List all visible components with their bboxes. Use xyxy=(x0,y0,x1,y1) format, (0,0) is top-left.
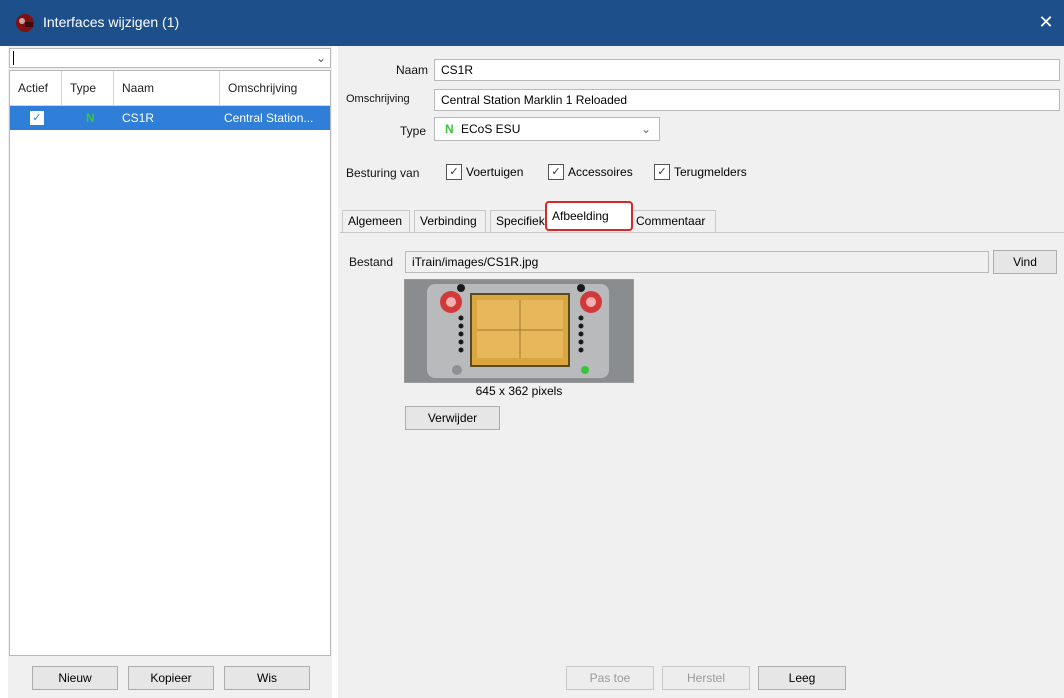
checkbox-checked-icon[interactable]: ✓ xyxy=(548,164,564,180)
clear-button[interactable]: Leeg xyxy=(758,666,846,690)
command-station-image xyxy=(405,280,633,382)
naam-cell: CS1R xyxy=(122,111,155,125)
interface-image-preview xyxy=(404,279,634,383)
remove-image-button[interactable]: Verwijder xyxy=(405,406,500,430)
omschrijving-label: Omschrijving xyxy=(346,93,410,105)
checkbox-checked-icon[interactable]: ✓ xyxy=(654,164,670,180)
interfaces-table: Actief Type Naam Omschrijving ✓ N CS1R C… xyxy=(9,70,331,656)
bestand-field[interactable]: iTrain/images/CS1R.jpg xyxy=(405,251,989,273)
tab-verbinding[interactable]: Verbinding xyxy=(414,210,486,232)
actief-cell[interactable]: ✓ xyxy=(10,106,62,130)
accessoires-label: Accessoires xyxy=(568,165,633,179)
new-button[interactable]: Nieuw xyxy=(32,666,118,690)
column-header-type[interactable]: Type xyxy=(62,71,114,105)
title-bar: Interfaces wijzigen (1) ✕ xyxy=(0,0,1064,46)
delete-button[interactable]: Wis xyxy=(224,666,310,690)
app-icon xyxy=(16,14,34,32)
type-cell: N xyxy=(86,111,95,125)
bestand-label: Bestand xyxy=(349,255,394,269)
copy-button[interactable]: Kopieer xyxy=(128,666,214,690)
omschrijving-cell: Central Station... xyxy=(224,111,314,125)
right-button-bar: Pas toe Herstel Leeg xyxy=(338,658,1064,698)
tab-algemeen[interactable]: Algemeen xyxy=(342,210,410,232)
naam-label: Naam xyxy=(396,63,429,77)
type-prefix: N xyxy=(445,122,454,136)
table-row[interactable]: ✓ N CS1R Central Station... xyxy=(10,106,330,130)
tab-specifiek[interactable]: Specifiek xyxy=(490,210,548,232)
window-title: Interfaces wijzigen (1) xyxy=(43,14,180,30)
image-size-text: 645 x 362 pixels xyxy=(475,384,563,398)
find-button[interactable]: Vind xyxy=(993,250,1057,274)
checkbox-checked-icon[interactable]: ✓ xyxy=(30,111,44,125)
terugmelders-label: Terugmelders xyxy=(674,165,747,179)
type-value: ECoS ESU xyxy=(461,122,521,136)
apply-button[interactable]: Pas toe xyxy=(566,666,654,690)
tab-bar: Algemeen Verbinding Specifiek Commentaar… xyxy=(340,201,1064,232)
checkbox-checked-icon[interactable]: ✓ xyxy=(446,164,462,180)
tab-commentaar[interactable]: Commentaar xyxy=(630,210,716,232)
chevron-down-icon[interactable]: ⌄ xyxy=(316,51,326,65)
column-header-actief[interactable]: Actief xyxy=(10,71,62,105)
table-header: Actief Type Naam Omschrijving xyxy=(10,71,330,106)
naam-field[interactable]: CS1R xyxy=(434,59,1060,81)
text-caret xyxy=(13,51,14,65)
tab-afbeelding[interactable]: Afbeelding xyxy=(545,201,633,231)
left-button-bar: Nieuw Kopieer Wis xyxy=(8,658,332,698)
type-label: Type xyxy=(400,124,427,138)
close-icon[interactable]: ✕ xyxy=(1034,10,1058,34)
besturing-label: Besturing van xyxy=(346,166,420,180)
voertuigen-label: Voertuigen xyxy=(466,165,524,179)
column-header-omschrijving[interactable]: Omschrijving xyxy=(220,71,330,105)
type-select[interactable]: N ECoS ESU ⌄ xyxy=(434,117,660,141)
restore-button[interactable]: Herstel xyxy=(662,666,750,690)
filter-combo[interactable]: ⌄ xyxy=(9,48,331,68)
column-header-naam[interactable]: Naam xyxy=(114,71,220,105)
omschrijving-field[interactable]: Central Station Marklin 1 Reloaded xyxy=(434,89,1060,111)
chevron-down-icon[interactable]: ⌄ xyxy=(641,122,651,136)
